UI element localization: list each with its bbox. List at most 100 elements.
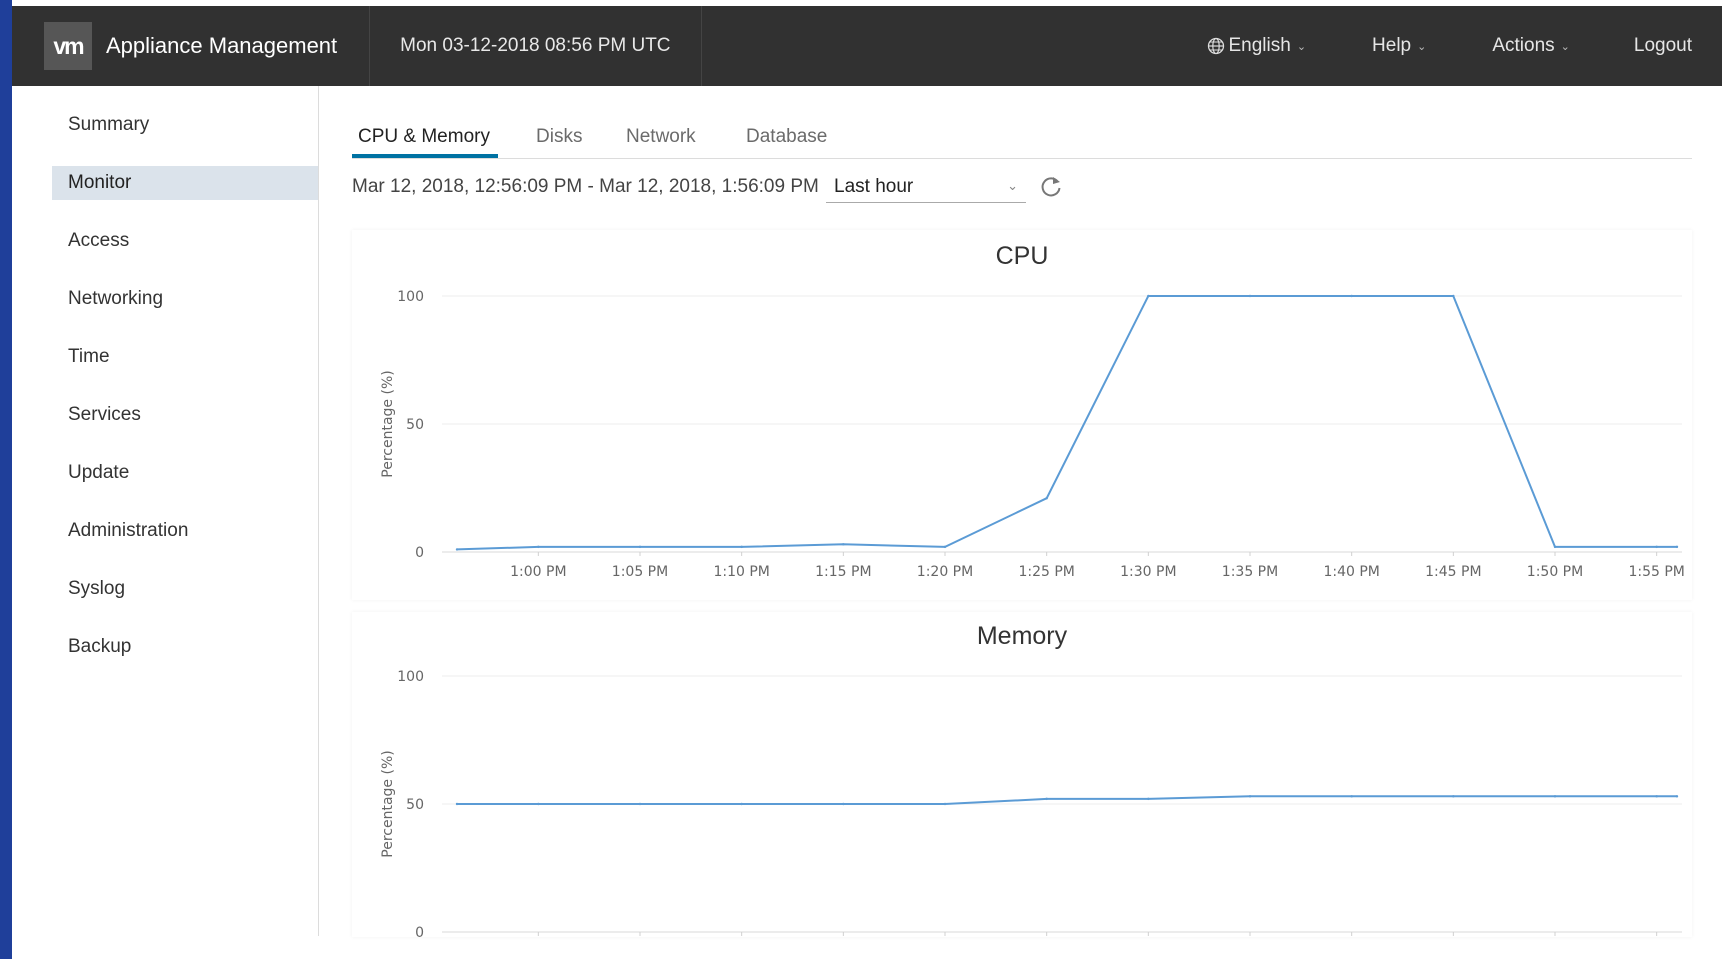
x-tick-label: 1:40 PM	[1323, 564, 1379, 580]
tab-bar: CPU & Memory Disks Network Database	[352, 116, 1692, 159]
sidebar-item-label: Administration	[68, 520, 189, 541]
tab-network[interactable]: Network	[626, 126, 696, 148]
data-point	[537, 802, 540, 806]
sidebar-item-networking[interactable]: Networking	[52, 282, 319, 316]
data-point	[455, 548, 459, 551]
sidebar-item-services[interactable]: Services	[52, 398, 319, 432]
y-tick-label: 0	[415, 545, 424, 561]
data-point	[842, 802, 845, 806]
chevron-down-icon: ⌄	[1560, 40, 1570, 53]
data-point	[1675, 545, 1679, 549]
time-range-select[interactable]: Last hour ⌄	[826, 172, 1026, 203]
data-point	[740, 545, 743, 549]
data-point	[1248, 294, 1252, 298]
data-point	[1655, 545, 1658, 549]
y-axis-label: Percentage (%)	[380, 370, 396, 477]
data-line	[456, 295, 1677, 551]
data-point	[1675, 795, 1679, 798]
sidebar-item-label: Syslog	[68, 578, 126, 599]
y-tick-label: 0	[415, 925, 424, 937]
sidebar-item-label: Update	[68, 462, 130, 483]
sidebar-item-label: Summary	[68, 114, 150, 135]
sidebar-item-time[interactable]: Time	[52, 340, 319, 374]
x-tick-label: 1:30 PM	[1120, 564, 1176, 580]
data-point	[740, 802, 743, 806]
sidebar-divider	[318, 86, 319, 936]
help-menu[interactable]: Help ⌄	[1372, 35, 1426, 57]
chart-title: Memory	[977, 622, 1068, 650]
y-tick-label: 100	[397, 289, 424, 305]
language-label: English	[1228, 35, 1291, 56]
refresh-icon[interactable]	[1038, 174, 1064, 200]
chart-title: CPU	[996, 242, 1049, 270]
x-tick-label: 1:45 PM	[1425, 564, 1481, 580]
y-tick-label: 100	[397, 669, 424, 685]
sidebar-item-syslog[interactable]: Syslog	[52, 572, 319, 606]
sidebar-item-label: Networking	[68, 288, 164, 309]
globe-icon	[1207, 37, 1224, 55]
actions-menu[interactable]: Actions ⌄	[1492, 35, 1570, 57]
chevron-down-icon: ⌄	[1296, 40, 1307, 53]
data-point	[1553, 545, 1557, 549]
data-point	[1350, 294, 1353, 298]
language-menu[interactable]: English ⌄	[1207, 35, 1307, 57]
header-datetime: Mon 03-12-2018 08:56 PM UTC	[400, 35, 671, 56]
cpu-chart: CPU Percentage (%) 0 50 100 1:00 PM 1:05 PM 1:1…	[380, 242, 1685, 580]
header-divider	[700, 6, 702, 86]
sidebar-item-monitor[interactable]: Monitor	[52, 166, 319, 200]
top-header: vm Appliance Management Mon 03-12-2018 0…	[12, 6, 1722, 86]
y-tick-label: 50	[406, 417, 424, 433]
right-edge	[1719, 0, 1727, 959]
vmware-logo: vm	[44, 22, 92, 70]
header-menus: English ⌄ Help ⌄ Actions ⌄ Logout	[1207, 6, 1723, 86]
x-tick-label: 1:50 PM	[1527, 564, 1583, 580]
x-tick-label: 1:00 PM	[510, 564, 566, 580]
data-point	[1553, 795, 1557, 798]
logout-link[interactable]: Logout	[1634, 35, 1692, 57]
y-tick-label: 50	[406, 797, 424, 813]
y-axis-label: Percentage (%)	[380, 750, 396, 857]
data-point	[537, 545, 540, 549]
x-tick-label: 1:05 PM	[612, 564, 668, 580]
sidebar-item-summary[interactable]: Summary	[52, 108, 319, 142]
help-label: Help	[1372, 35, 1412, 56]
x-tick-label: 1:20 PM	[917, 564, 973, 580]
sidebar-item-label: Backup	[68, 636, 132, 657]
data-point	[842, 543, 845, 546]
time-range-selected: Last hour	[834, 176, 914, 197]
header-divider	[369, 6, 371, 86]
tab-cpu-memory[interactable]: CPU & Memory	[358, 126, 490, 148]
actions-label: Actions	[1492, 35, 1555, 56]
data-point	[638, 545, 642, 549]
chevron-down-icon: ⌄	[1417, 40, 1427, 53]
data-point	[1452, 294, 1455, 298]
sidebar-item-label: Services	[68, 404, 141, 425]
data-point	[1248, 795, 1252, 798]
sidebar-item-label: Access	[68, 230, 130, 251]
data-point	[455, 802, 459, 806]
sidebar-item-label: Time	[68, 346, 110, 367]
sidebar-item-access[interactable]: Access	[52, 224, 319, 258]
tab-database[interactable]: Database	[746, 126, 827, 148]
data-point	[1452, 795, 1455, 798]
x-tick-label: 1:35 PM	[1222, 564, 1278, 580]
data-point	[1350, 795, 1353, 798]
sidebar-item-backup[interactable]: Backup	[52, 630, 319, 664]
time-range-text: Mar 12, 2018, 12:56:09 PM - Mar 12, 2018…	[352, 176, 819, 197]
chevron-down-icon: ⌄	[1007, 178, 1018, 193]
sidebar-item-administration[interactable]: Administration	[52, 514, 319, 548]
data-point	[943, 545, 947, 549]
sidebar-item-label: Monitor	[68, 172, 132, 193]
tab-disks[interactable]: Disks	[536, 126, 582, 148]
data-point	[1147, 294, 1150, 298]
data-point	[943, 802, 947, 806]
active-tab-indicator	[352, 154, 498, 158]
data-point	[1147, 797, 1150, 801]
memory-chart-card: Memory Percentage (%) 0 50 100	[352, 612, 1692, 937]
x-tick-label: 1:10 PM	[713, 564, 769, 580]
sidebar-item-update[interactable]: Update	[52, 456, 319, 490]
data-point	[1655, 795, 1658, 798]
app-title: Appliance Management	[106, 33, 338, 58]
sidebar-nav: Summary Monitor Access Networking Time S…	[12, 86, 319, 936]
left-edge-bar	[0, 0, 12, 959]
